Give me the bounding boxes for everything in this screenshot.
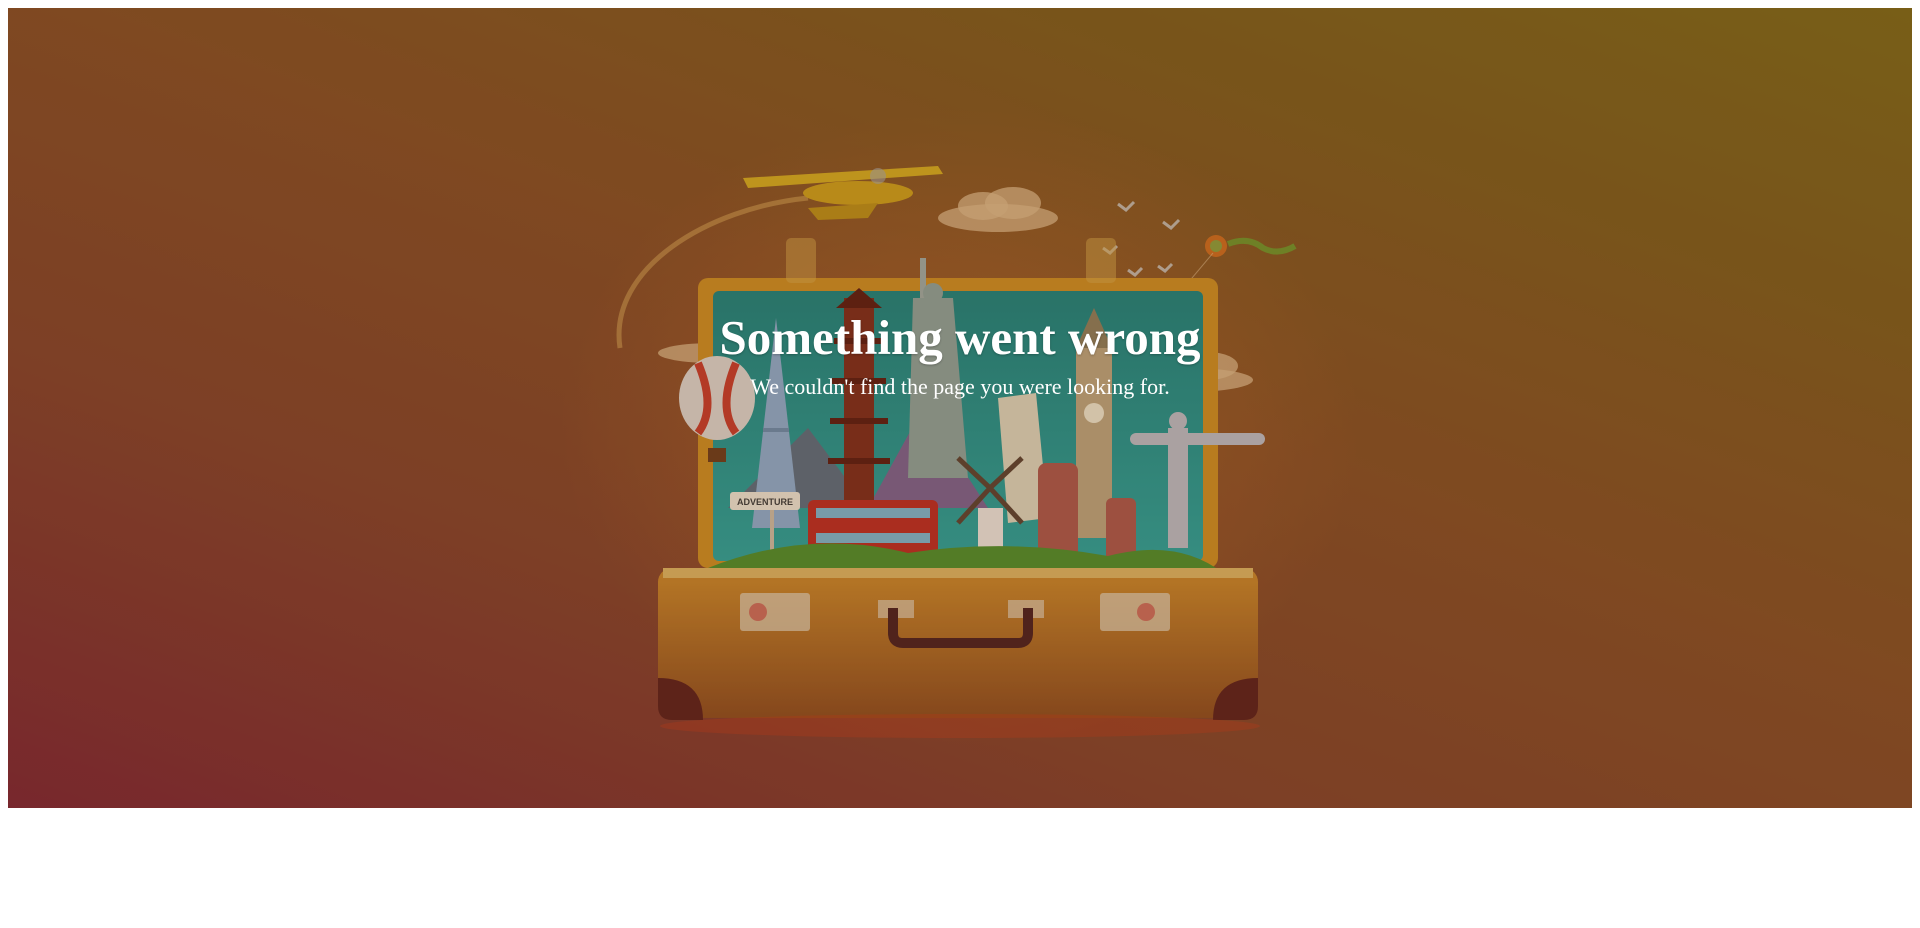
suitcase-illustration: ADVENTURE bbox=[560, 108, 1360, 748]
page-footer-space bbox=[0, 808, 1920, 928]
adventure-sign-text: ADVENTURE bbox=[737, 497, 793, 507]
page-title: Something went wrong bbox=[719, 310, 1201, 365]
error-description: We couldn't find the page you were looki… bbox=[750, 374, 1170, 399]
error-message-block: Something went wrong We couldn't find th… bbox=[8, 308, 1912, 400]
error-hero: ADVENTURE Something went wrong We couldn… bbox=[8, 8, 1912, 808]
